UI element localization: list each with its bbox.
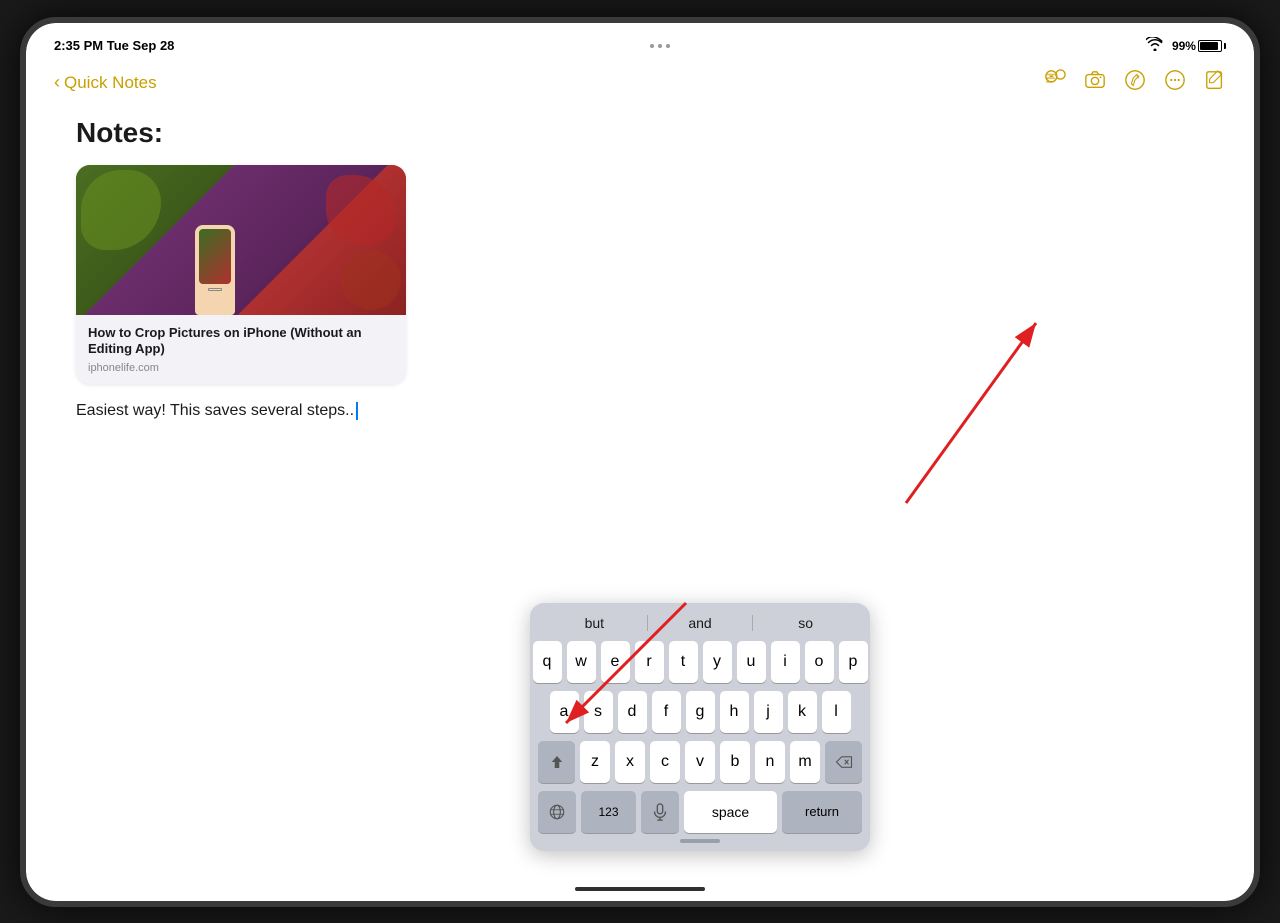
key-q[interactable]: q — [533, 641, 562, 683]
suggestion-2[interactable]: and — [648, 613, 753, 633]
key-u[interactable]: u — [737, 641, 766, 683]
battery-icon — [1198, 40, 1222, 52]
key-d[interactable]: d — [618, 691, 647, 733]
space-key[interactable]: space — [684, 791, 777, 833]
key-m[interactable]: m — [790, 741, 820, 783]
checklist-icon[interactable] — [1044, 69, 1066, 97]
key-r[interactable]: r — [635, 641, 664, 683]
keyboard-suggestions: but and so — [538, 613, 862, 633]
status-center — [650, 44, 670, 48]
battery-tip — [1224, 43, 1226, 49]
key-a[interactable]: a — [550, 691, 579, 733]
key-k[interactable]: k — [788, 691, 817, 733]
battery-fill — [1200, 42, 1218, 50]
key-i[interactable]: i — [771, 641, 800, 683]
link-card-image — [76, 165, 406, 315]
status-dot-1 — [650, 44, 654, 48]
key-f[interactable]: f — [652, 691, 681, 733]
wifi-icon — [1146, 37, 1164, 54]
nav-right-icons — [1044, 69, 1226, 97]
key-row-1: q w e r t y u i o p — [538, 641, 862, 683]
keyboard[interactable]: but and so q w e r t y u i o p — [530, 603, 870, 851]
link-card[interactable]: How to Crop Pictures on iPhone (Without … — [76, 165, 406, 385]
delete-key[interactable] — [825, 741, 862, 783]
key-n[interactable]: n — [755, 741, 785, 783]
key-row-3: z x c v b n m — [538, 741, 862, 783]
keyboard-handle — [538, 839, 862, 843]
suggestion-1[interactable]: but — [542, 613, 647, 633]
handle-bar — [680, 839, 720, 843]
globe-key[interactable] — [538, 791, 576, 833]
back-label: Quick Notes — [64, 73, 157, 93]
key-v[interactable]: v — [685, 741, 715, 783]
keyboard-rows: q w e r t y u i o p a s d f g — [538, 641, 862, 833]
compose-icon[interactable] — [1204, 69, 1226, 97]
mic-key[interactable] — [641, 791, 679, 833]
key-s[interactable]: s — [584, 691, 613, 733]
note-text[interactable]: Easiest way! This saves several steps.. — [76, 402, 1204, 420]
key-o[interactable]: o — [805, 641, 834, 683]
shift-key[interactable] — [538, 741, 575, 783]
back-button[interactable]: ‹ Quick Notes — [54, 72, 157, 93]
chevron-left-icon: ‹ — [54, 72, 60, 93]
key-x[interactable]: x — [615, 741, 645, 783]
key-h[interactable]: h — [720, 691, 749, 733]
key-w[interactable]: w — [567, 641, 596, 683]
link-card-domain: iphonelife.com — [88, 362, 394, 374]
ipad-screen: 2:35 PM Tue Sep 28 99% — [26, 23, 1254, 901]
status-time: 2:35 PM Tue Sep 28 — [54, 38, 174, 53]
main-content: Notes: How to Crop Pict — [26, 107, 1254, 441]
key-j[interactable]: j — [754, 691, 783, 733]
suggestion-3[interactable]: so — [753, 613, 858, 633]
key-row-2: a s d f g h j k l — [538, 691, 862, 733]
return-key[interactable]: return — [782, 791, 862, 833]
status-bar: 2:35 PM Tue Sep 28 99% — [26, 23, 1254, 63]
key-c[interactable]: c — [650, 741, 680, 783]
key-z[interactable]: z — [580, 741, 610, 783]
key-p[interactable]: p — [839, 641, 868, 683]
side-button-left[interactable] — [20, 223, 22, 253]
key-g[interactable]: g — [686, 691, 715, 733]
status-right: 99% — [1146, 37, 1226, 54]
link-card-text: How to Crop Pictures on iPhone (Without … — [76, 315, 406, 385]
side-button-right[interactable] — [1258, 203, 1260, 253]
nav-bar: ‹ Quick Notes — [26, 63, 1254, 107]
camera-icon[interactable] — [1084, 69, 1106, 97]
key-b[interactable]: b — [720, 741, 750, 783]
notes-title: Notes: — [76, 117, 1204, 149]
battery-container: 99% — [1172, 39, 1226, 53]
key-e[interactable]: e — [601, 641, 630, 683]
text-cursor — [356, 402, 358, 420]
key-l[interactable]: l — [822, 691, 851, 733]
status-dot-2 — [658, 44, 662, 48]
numbers-key[interactable]: 123 — [581, 791, 636, 833]
more-icon[interactable] — [1164, 69, 1186, 97]
battery-percent: 99% — [1172, 39, 1196, 53]
note-text-content: Easiest way! This saves several steps.. — [76, 402, 354, 420]
key-y[interactable]: y — [703, 641, 732, 683]
key-t[interactable]: t — [669, 641, 698, 683]
home-indicator — [575, 887, 705, 891]
markup-icon[interactable] — [1124, 69, 1146, 97]
ipad-frame: 2:35 PM Tue Sep 28 99% — [20, 17, 1260, 907]
status-dot-3 — [666, 44, 670, 48]
link-card-title: How to Crop Pictures on iPhone (Without … — [88, 325, 394, 359]
key-row-4: 123 space return — [538, 791, 862, 833]
